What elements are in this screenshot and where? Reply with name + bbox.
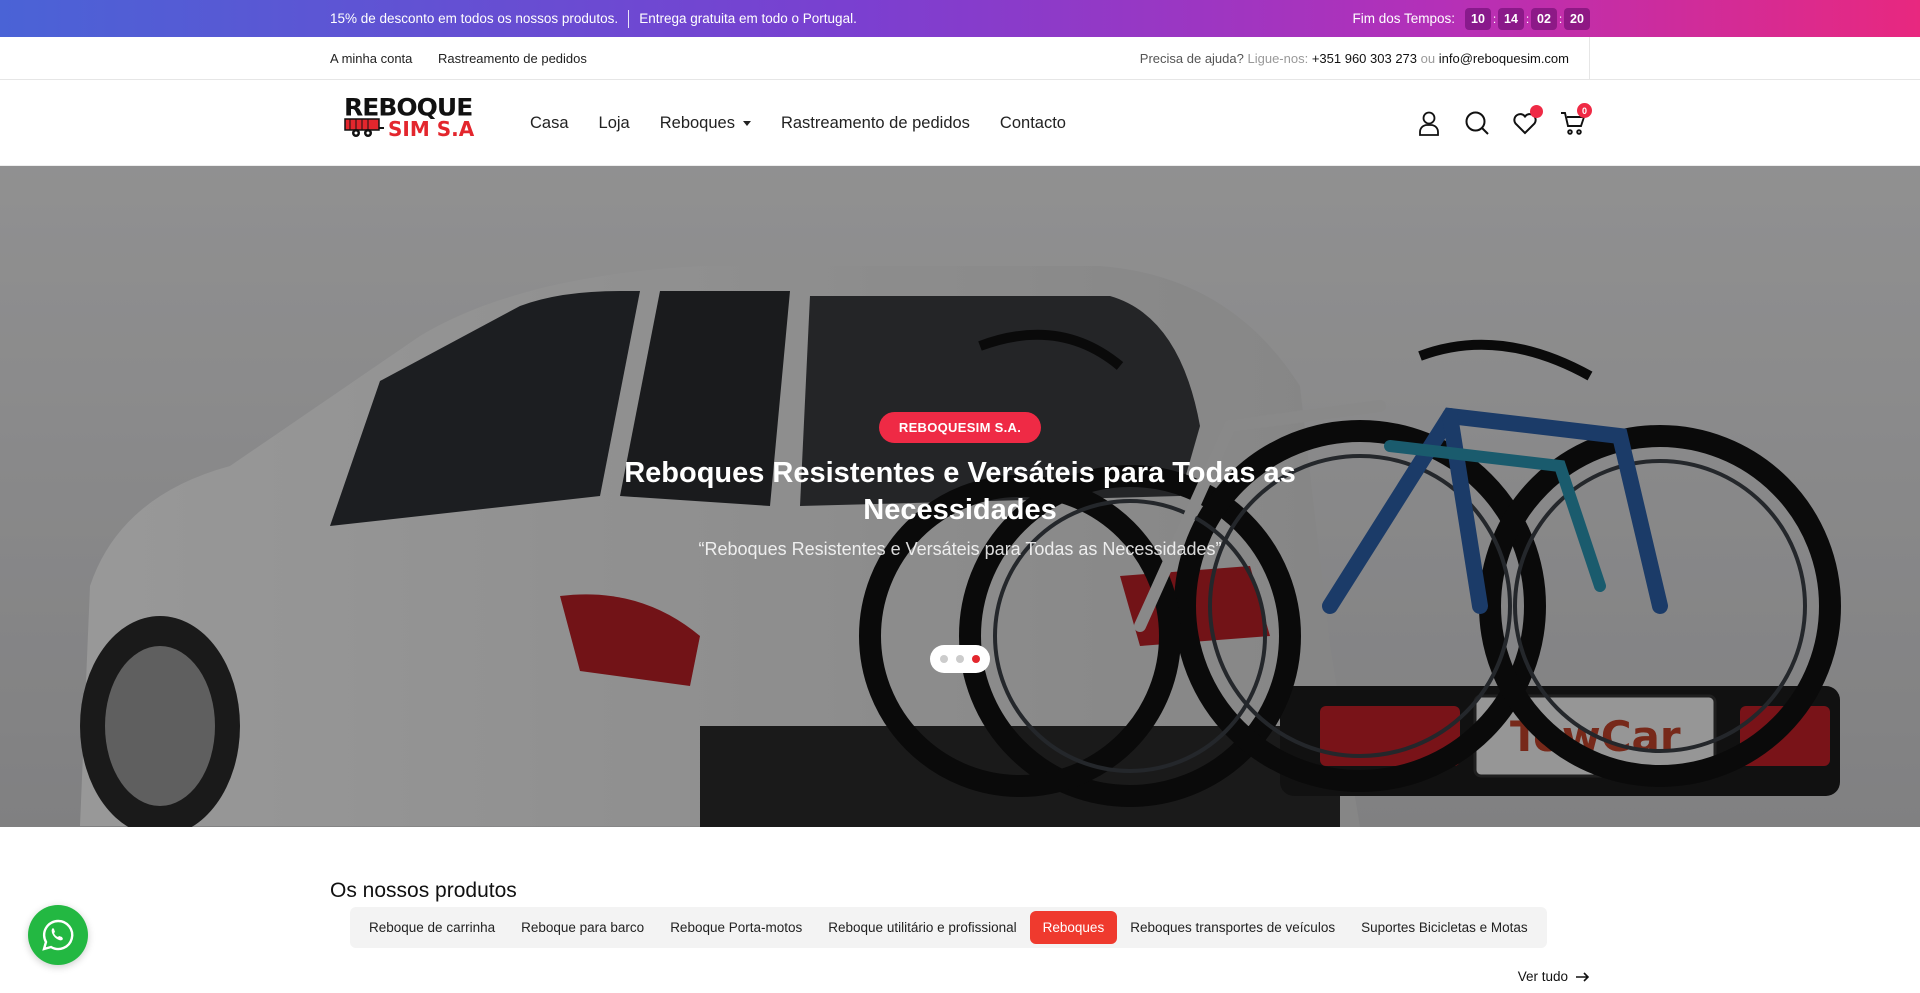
- main-header: REBOQUE SIM S.A Casa Loja Reboques Rastr…: [0, 80, 1920, 166]
- help-text: Precisa de ajuda?: [1139, 50, 1244, 66]
- hero-badge: REBOQUESIM S.A.: [878, 412, 1042, 443]
- wishlist-icon[interactable]: [1512, 105, 1543, 136]
- countdown-days: 10: [1465, 7, 1491, 30]
- account-icon[interactable]: [1416, 110, 1442, 136]
- or-text: ou: [1420, 50, 1436, 66]
- hero-slider: TowCar REBOQUESIM S.A. Reboques Resisten…: [0, 166, 1920, 827]
- nav-item-reboques[interactable]: Reboques: [660, 114, 751, 133]
- main-nav: Casa Loja Reboques Rastreamento de pedid…: [530, 114, 1096, 133]
- wishlist-badge: [1530, 105, 1543, 118]
- tab-reboque-porta-motos[interactable]: Reboque Porta-motos: [657, 911, 815, 944]
- my-account-link[interactable]: A minha conta: [330, 51, 412, 66]
- logo-line1: REBOQUE: [344, 93, 473, 122]
- logo-line2: SIM S.A: [388, 117, 475, 141]
- tab-reboque-utilitario[interactable]: Reboque utilitário e profissional: [815, 911, 1029, 944]
- countdown-label: Fim dos Tempos:: [1352, 11, 1455, 26]
- chevron-down-icon: [742, 120, 751, 126]
- promo-text: 15% de desconto em todos os nossos produ…: [330, 9, 857, 28]
- tab-reboques[interactable]: Reboques: [1029, 911, 1118, 944]
- tab-reboque-barco[interactable]: Reboque para barco: [508, 911, 657, 944]
- promo-divider: [628, 9, 630, 28]
- hero-title: Reboques Resistentes e Versáteis para To…: [624, 457, 1296, 526]
- phone-number[interactable]: +351 960 303 273: [1312, 51, 1417, 66]
- countdown-timer: Fim dos Tempos: 10 : 14 : 02 : 20: [1352, 7, 1590, 30]
- whatsapp-button[interactable]: [28, 905, 88, 965]
- countdown-hours: 14: [1498, 7, 1524, 30]
- tab-reboques-transportes[interactable]: Reboques transportes de veículos: [1117, 911, 1348, 944]
- slider-dot-2[interactable]: [956, 655, 964, 663]
- product-category-tabs: Reboque de carrinha Reboque para barco R…: [350, 907, 1547, 948]
- call-text: Ligue-nos:: [1247, 50, 1309, 66]
- hero-content: REBOQUESIM S.A. Reboques Resistentes e V…: [0, 412, 1920, 560]
- promo-shipping: Entrega gratuita em todo o Portugal.: [639, 11, 857, 26]
- arrow-right-icon: [1576, 971, 1590, 982]
- search-icon[interactable]: [1464, 110, 1490, 136]
- slider-dot-1[interactable]: [940, 655, 948, 663]
- order-tracking-link[interactable]: Rastreamento de pedidos: [438, 51, 587, 66]
- nav-item-casa[interactable]: Casa: [530, 114, 569, 133]
- site-logo[interactable]: REBOQUE SIM S.A: [344, 96, 484, 150]
- hero-subtitle: “Reboques Resistentes e Versáteis para T…: [698, 539, 1222, 559]
- nav-item-contacto[interactable]: Contacto: [1000, 114, 1066, 133]
- trailer-logo-icon: [344, 118, 384, 137]
- email-link[interactable]: info@reboquesim.com: [1439, 51, 1569, 66]
- whatsapp-icon: [42, 919, 74, 951]
- slider-dot-3[interactable]: [972, 655, 980, 663]
- products-section: Os nossos produtos Reboque de carrinha R…: [0, 827, 1920, 984]
- promo-discount: 15% de desconto em todos os nossos produ…: [330, 11, 619, 26]
- slider-pagination: [930, 645, 990, 673]
- view-all-link[interactable]: Ver tudo: [1518, 969, 1590, 984]
- section-title: Os nossos produtos: [330, 879, 517, 902]
- countdown-minutes: 02: [1531, 7, 1557, 30]
- nav-item-loja[interactable]: Loja: [599, 114, 630, 133]
- utility-bar: A minha conta Rastreamento de pedidos Pr…: [0, 37, 1920, 80]
- tab-reboque-carrinha[interactable]: Reboque de carrinha: [356, 911, 508, 944]
- tab-suportes-bicicletas[interactable]: Suportes Bicicletas e Motas: [1348, 911, 1541, 944]
- countdown-seconds: 20: [1564, 7, 1590, 30]
- cart-icon[interactable]: 0: [1560, 103, 1592, 136]
- header-actions: 0: [1416, 103, 1592, 136]
- nav-item-rastreamento[interactable]: Rastreamento de pedidos: [781, 114, 970, 133]
- help-contact: Precisa de ajuda? Ligue-nos: +351 960 30…: [1140, 37, 1590, 79]
- cart-count-badge: 0: [1577, 103, 1592, 118]
- announcement-bar: 15% de desconto em todos os nossos produ…: [0, 0, 1920, 37]
